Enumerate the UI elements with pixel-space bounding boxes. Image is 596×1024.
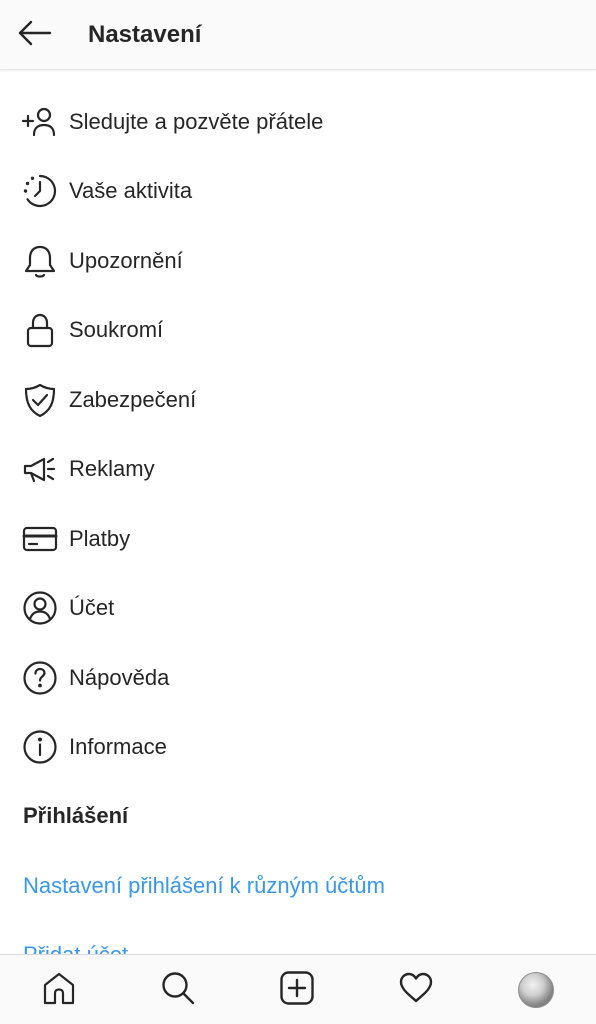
menu-item-label: Informace <box>69 734 167 760</box>
shield-check-icon <box>22 382 58 418</box>
menu-item-security[interactable]: Zabezpečení <box>0 365 596 435</box>
lock-icon <box>22 312 58 348</box>
menu-item-notifications[interactable]: Upozornění <box>0 226 596 296</box>
settings-menu: Sledujte a pozvěte přátele Vaše aktivita <box>0 87 596 782</box>
heart-icon <box>398 970 434 1011</box>
nav-search-button[interactable] <box>157 969 199 1011</box>
settings-screen: Nastavení Sledujte a pozvěte přátele Vaš… <box>0 0 596 1024</box>
menu-item-label: Nápověda <box>69 664 170 690</box>
menu-item-activity[interactable]: Vaše aktivita <box>0 157 596 227</box>
nav-profile-button[interactable] <box>515 969 557 1011</box>
add-person-icon <box>22 104 58 140</box>
menu-item-privacy[interactable]: Soukromí <box>0 296 596 366</box>
back-button[interactable] <box>14 14 56 56</box>
info-circle-icon <box>22 729 58 765</box>
nav-activity-button[interactable] <box>395 969 437 1011</box>
search-icon <box>160 970 196 1011</box>
menu-item-help[interactable]: Nápověda <box>0 643 596 713</box>
menu-item-label: Účet <box>69 595 115 621</box>
top-app-bar: Nastavení <box>0 0 596 70</box>
page-title: Nastavení <box>88 21 202 48</box>
multi-account-login-link[interactable]: Nastavení přihlášení k různým účtům <box>23 872 385 900</box>
menu-item-label: Zabezpečení <box>69 386 197 412</box>
account-circle-icon <box>22 590 58 626</box>
menu-item-about[interactable]: Informace <box>0 713 596 783</box>
bell-icon <box>22 243 58 279</box>
menu-item-label: Soukromí <box>69 317 164 343</box>
menu-item-payments[interactable]: Platby <box>0 504 596 574</box>
megaphone-icon <box>22 451 58 487</box>
menu-item-label: Platby <box>69 525 131 551</box>
login-section-title: Přihlášení <box>23 803 129 828</box>
menu-item-label: Sledujte a pozvěte přátele <box>69 108 324 134</box>
credit-card-icon <box>22 521 58 557</box>
activity-clock-icon <box>22 173 58 209</box>
arrow-left-icon <box>17 15 53 56</box>
nav-new-post-button[interactable] <box>276 969 318 1011</box>
menu-item-label: Reklamy <box>69 456 155 482</box>
help-circle-icon <box>22 660 58 696</box>
new-post-icon <box>279 970 315 1011</box>
menu-item-label: Upozornění <box>69 247 183 273</box>
menu-item-account[interactable]: Účet <box>0 574 596 644</box>
menu-item-ads[interactable]: Reklamy <box>0 435 596 505</box>
menu-item-follow-invite[interactable]: Sledujte a pozvěte přátele <box>0 87 596 157</box>
home-icon <box>41 970 77 1011</box>
profile-avatar <box>518 972 554 1008</box>
menu-item-label: Vaše aktivita <box>69 178 193 204</box>
bottom-navigation <box>0 954 596 1024</box>
nav-home-button[interactable] <box>38 969 80 1011</box>
